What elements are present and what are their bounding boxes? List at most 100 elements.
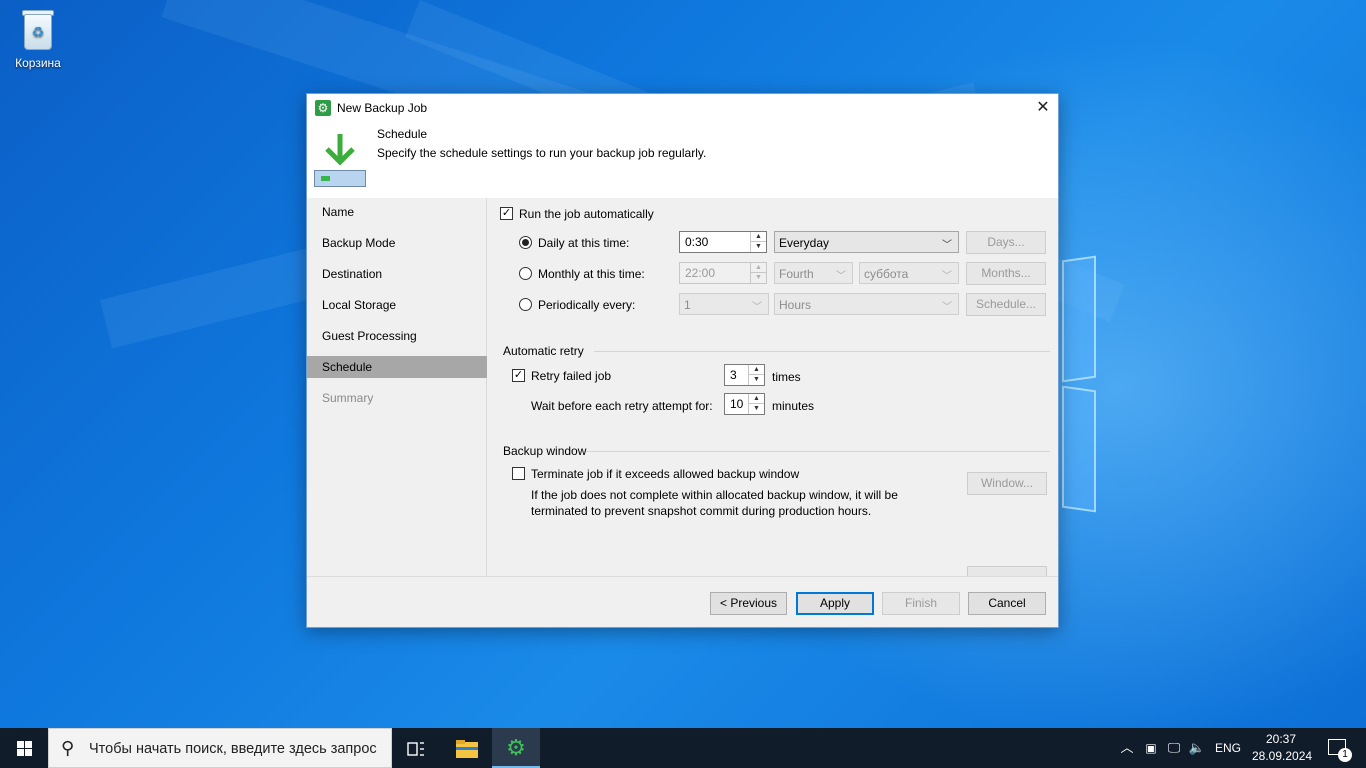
- show-hidden-icons-chevron-up-icon[interactable]: ︿: [1116, 728, 1138, 768]
- close-button[interactable]: ✕: [1028, 94, 1058, 122]
- schedule-button[interactable]: Schedule...: [966, 293, 1046, 316]
- periodic-interval-value: 1: [684, 298, 691, 312]
- daily-label: Daily at this time:: [538, 236, 630, 250]
- periodic-interval-select[interactable]: 1 ﹀: [679, 293, 769, 315]
- drive-icon: [314, 170, 366, 187]
- backup-window-description-line1: If the job does not complete within allo…: [531, 488, 898, 502]
- clock-time: 20:37: [1265, 732, 1297, 746]
- taskbar: ⚲ Чтобы начать поиск, введите здесь запр…: [0, 728, 1366, 768]
- divider: [586, 451, 1050, 452]
- cancel-button[interactable]: Cancel: [968, 592, 1046, 615]
- start-button[interactable]: [0, 728, 48, 768]
- chevron-down-icon: ﹀: [942, 302, 952, 313]
- recycle-bin-label: Корзина: [15, 56, 61, 70]
- retry-failed-job-checkbox[interactable]: ✓: [512, 369, 525, 382]
- daily-time-value: 0:30: [685, 235, 709, 249]
- times-label: times: [772, 370, 801, 384]
- nav-item-backup-mode[interactable]: Backup Mode: [307, 232, 487, 254]
- retry-wait-spinner[interactable]: 10 ▲ ▼: [724, 393, 765, 415]
- backup-app-taskbar-icon[interactable]: ⚙: [492, 728, 540, 768]
- nav-item-name[interactable]: Name: [307, 201, 487, 223]
- taskbar-search-box[interactable]: ⚲ Чтобы начать поиск, введите здесь запр…: [48, 728, 392, 768]
- recycle-bin-icon: ♻: [20, 8, 56, 52]
- dialog-title: New Backup Job: [337, 101, 428, 115]
- app-gear-icon: ⚙: [315, 100, 331, 116]
- daily-frequency-value: Everyday: [779, 236, 830, 250]
- monthly-time-value: 22:00: [685, 266, 716, 280]
- volume-icon[interactable]: 🔈: [1186, 728, 1208, 768]
- dialog-header: ⚙ New Backup Job ✕ Schedule Specify the …: [307, 94, 1058, 198]
- retry-count-spinner[interactable]: 3 ▲ ▼: [724, 364, 765, 386]
- daily-radio[interactable]: [519, 236, 532, 249]
- retry-count-value: 3: [730, 368, 737, 382]
- search-placeholder: Чтобы начать поиск, введите здесь запрос: [89, 741, 377, 757]
- network-icon[interactable]: 🖵: [1163, 728, 1185, 768]
- download-arrow-icon: [325, 134, 355, 166]
- spin-down-icon[interactable]: ▼: [749, 375, 764, 385]
- automatic-retry-group-title: Automatic retry: [503, 344, 584, 358]
- monthly-day-value: суббота: [864, 267, 909, 281]
- chevron-down-icon: ﹀: [836, 271, 846, 282]
- monthly-radio[interactable]: [519, 267, 532, 280]
- finish-button: Finish: [882, 592, 960, 615]
- minutes-label: minutes: [772, 399, 815, 413]
- nav-item-destination[interactable]: Destination: [307, 263, 487, 285]
- days-button[interactable]: Days...: [966, 231, 1046, 254]
- windows-logo-icon: [17, 741, 32, 756]
- backup-window-description-line2: terminated to prevent snapshot commit du…: [531, 504, 872, 518]
- step-title: Schedule: [377, 127, 428, 141]
- spin-up-icon[interactable]: ▲: [749, 394, 764, 404]
- terminate-job-label: Terminate job if it exceeds allowed back…: [531, 467, 800, 481]
- desktop-icon-recycle-bin[interactable]: ♻ Корзина: [8, 8, 68, 70]
- window-button[interactable]: Window...: [967, 472, 1047, 495]
- daily-time-spinner[interactable]: 0:30 ▲ ▼: [679, 231, 767, 253]
- step-description: Specify the schedule settings to run you…: [377, 146, 707, 160]
- periodically-label: Periodically every:: [538, 298, 636, 312]
- file-explorer-icon[interactable]: [443, 728, 491, 768]
- spin-down-icon[interactable]: ▼: [749, 404, 764, 414]
- backup-job-icon: [314, 132, 366, 188]
- task-view-icon[interactable]: [392, 728, 440, 768]
- backup-tray-icon[interactable]: ▣: [1140, 728, 1162, 768]
- monthly-week-select[interactable]: Fourth ﹀: [774, 262, 853, 284]
- monthly-day-select[interactable]: суббота ﹀: [859, 262, 959, 284]
- taskbar-clock[interactable]: 20:37 28.09.2024: [1252, 731, 1313, 765]
- wallpaper-logo-pane: [1062, 255, 1096, 383]
- nav-item-guest-processing[interactable]: Guest Processing: [307, 325, 487, 347]
- retry-wait-value: 10: [730, 397, 744, 411]
- monthly-time-spinner[interactable]: 22:00 ▲ ▼: [679, 262, 767, 284]
- run-automatically-label: Run the job automatically: [519, 207, 654, 221]
- periodic-unit-select[interactable]: Hours ﹀: [774, 293, 959, 315]
- dialog-footer: < Previous Apply Finish Cancel: [307, 576, 1058, 627]
- spin-down-icon[interactable]: ▼: [751, 242, 766, 252]
- wallpaper-logo-pane: [1062, 385, 1096, 513]
- clock-date: 28.09.2024: [1252, 749, 1313, 763]
- monthly-label: Monthly at this time:: [538, 267, 645, 281]
- notification-badge: 1: [1338, 748, 1352, 762]
- spin-up-icon[interactable]: ▲: [749, 365, 764, 375]
- divider: [594, 351, 1050, 352]
- periodic-unit-value: Hours: [779, 298, 812, 312]
- gear-icon: ⚙: [506, 735, 526, 760]
- search-icon: ⚲: [61, 738, 75, 758]
- language-indicator[interactable]: ENG: [1212, 728, 1244, 768]
- terminate-job-checkbox[interactable]: [512, 467, 525, 480]
- monthly-week-value: Fourth: [779, 267, 814, 281]
- nav-item-schedule[interactable]: Schedule: [307, 356, 487, 378]
- spin-up-icon[interactable]: ▲: [751, 263, 766, 273]
- spin-down-icon[interactable]: ▼: [751, 273, 766, 283]
- apply-button[interactable]: Apply: [796, 592, 874, 615]
- nav-item-local-storage[interactable]: Local Storage: [307, 294, 487, 316]
- periodically-radio[interactable]: [519, 298, 532, 311]
- months-button[interactable]: Months...: [966, 262, 1046, 285]
- chevron-down-icon: ﹀: [942, 271, 952, 282]
- dialog-titlebar[interactable]: ⚙ New Backup Job ✕: [307, 94, 1058, 122]
- chevron-down-icon: ﹀: [942, 240, 952, 251]
- chevron-down-icon: ﹀: [752, 302, 762, 313]
- run-automatically-checkbox[interactable]: ✓: [500, 207, 513, 220]
- notification-center-icon[interactable]: 1: [1320, 728, 1354, 768]
- previous-button[interactable]: < Previous: [710, 592, 787, 615]
- wait-retry-label: Wait before each retry attempt for:: [531, 399, 713, 413]
- daily-frequency-select[interactable]: Everyday ﹀: [774, 231, 959, 253]
- spin-up-icon[interactable]: ▲: [751, 232, 766, 242]
